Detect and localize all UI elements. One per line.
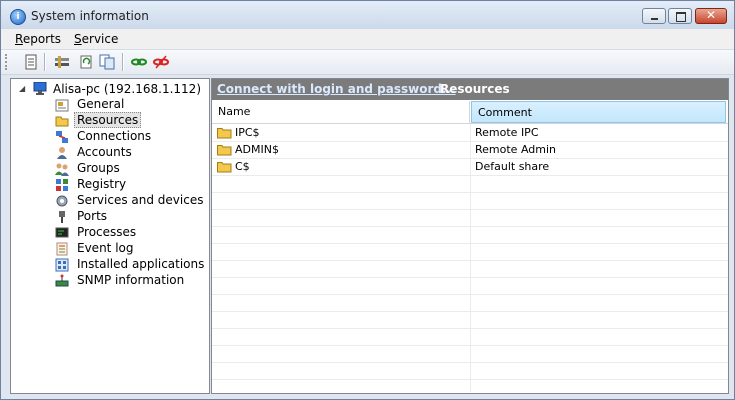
- minimize-button[interactable]: [642, 8, 666, 24]
- column-divider: [470, 124, 471, 392]
- row-name: C$: [235, 160, 250, 173]
- tree-item-label: Ports: [77, 209, 108, 223]
- navigation-tree[interactable]: ◢ Alisa-pc (192.168.1.112) General Resou…: [10, 78, 210, 394]
- toolbar: [1, 50, 734, 75]
- tree-item-label: Installed applications: [77, 257, 205, 271]
- tree-item-groups[interactable]: Groups: [55, 161, 205, 177]
- folder-icon: [217, 161, 232, 173]
- connect-icon[interactable]: [131, 54, 147, 70]
- tree-item-snmp[interactable]: SNMP information: [55, 273, 205, 289]
- tree-item-label: General: [77, 97, 125, 111]
- maximize-icon: [676, 12, 686, 22]
- toolbar-separator: [44, 53, 46, 71]
- resources-panel: Connect with login and password... Resou…: [211, 78, 729, 394]
- connections-icon: [55, 130, 69, 144]
- snmp-icon: [55, 274, 69, 288]
- title-bar[interactable]: i System information ✕: [1, 1, 734, 29]
- accounts-icon: [55, 146, 69, 160]
- app-window: i System information ✕ Reports Service ◢…: [0, 0, 735, 400]
- close-button[interactable]: ✕: [695, 8, 727, 24]
- column-header-label: Name: [218, 105, 251, 118]
- menu-service-accel: S: [74, 32, 82, 46]
- collapse-icon[interactable]: ◢: [19, 84, 25, 93]
- row-name: IPC$: [235, 126, 260, 139]
- services-icon: [55, 194, 69, 208]
- menu-reports-accel: R: [15, 32, 23, 46]
- tree-root-label: Alisa-pc (192.168.1.112): [53, 82, 201, 96]
- folder-icon: [217, 144, 232, 156]
- computer-icon: [33, 81, 47, 95]
- tree-item-processes[interactable]: Processes: [55, 225, 205, 241]
- tree-item-label: Connections: [77, 129, 152, 143]
- minimize-icon: [651, 18, 658, 20]
- column-header-name[interactable]: Name: [212, 101, 470, 123]
- panel-header: Connect with login and password... Resou…: [212, 79, 728, 100]
- tree-item-label: Resources: [74, 112, 142, 128]
- tree-item-registry[interactable]: Registry: [55, 177, 205, 193]
- menu-bar: Reports Service: [1, 29, 734, 50]
- row-name: ADMIN$: [235, 143, 279, 156]
- column-header-row: Name Comment: [212, 101, 728, 124]
- tree-item-services[interactable]: Services and devices: [55, 193, 205, 209]
- refresh-icon[interactable]: [78, 54, 94, 70]
- folder-icon: [217, 127, 232, 139]
- toolbar-separator: [122, 53, 124, 71]
- tree-item-label: Event log: [77, 241, 134, 255]
- menu-service-label: ervice: [81, 32, 119, 46]
- disconnect-icon[interactable]: [153, 54, 169, 70]
- tree-item-accounts[interactable]: Accounts: [55, 145, 205, 161]
- row-comment: Default share: [475, 160, 550, 173]
- event-log-icon: [55, 242, 69, 256]
- tree-item-connections[interactable]: Connections: [55, 129, 205, 145]
- tree-root-node[interactable]: ◢ Alisa-pc (192.168.1.112): [11, 81, 201, 97]
- tree-item-label: Groups: [77, 161, 120, 175]
- info-icon: i: [10, 9, 26, 25]
- panel-title: Resources: [440, 82, 510, 96]
- general-icon: [55, 98, 69, 112]
- applications-icon: [55, 258, 69, 272]
- toolbar-grip[interactable]: [5, 54, 10, 70]
- close-icon: ✕: [705, 8, 717, 22]
- tree-item-label: Accounts: [77, 145, 132, 159]
- maximize-button[interactable]: [668, 8, 692, 24]
- tree-item-ports[interactable]: Ports: [55, 209, 205, 225]
- tree-item-label: SNMP information: [77, 273, 185, 287]
- window-title: System information: [31, 9, 149, 23]
- menu-service[interactable]: Service: [74, 32, 118, 46]
- menu-reports-label: eports: [22, 32, 62, 46]
- menu-reports[interactable]: Reports: [15, 32, 61, 46]
- column-header-comment[interactable]: Comment: [471, 101, 726, 123]
- tree-item-label: Services and devices: [77, 193, 204, 207]
- row-comment: Remote IPC: [475, 126, 539, 139]
- copy-icon[interactable]: [99, 54, 115, 70]
- folder-icon: [55, 114, 69, 128]
- settings-icon[interactable]: [54, 54, 70, 70]
- tree-item-label: Registry: [77, 177, 127, 191]
- report-icon[interactable]: [23, 54, 39, 70]
- processes-icon: [55, 226, 69, 240]
- tree-item-general[interactable]: General: [55, 97, 205, 113]
- tree-item-label: Processes: [77, 225, 137, 239]
- connect-link[interactable]: Connect with login and password...: [217, 82, 456, 96]
- ports-icon: [55, 210, 69, 224]
- tree-item-event-log[interactable]: Event log: [55, 241, 205, 257]
- row-comment: Remote Admin: [475, 143, 556, 156]
- registry-icon: [55, 178, 69, 192]
- tree-item-installed-applications[interactable]: Installed applications: [55, 257, 205, 273]
- tree-item-resources[interactable]: Resources: [55, 112, 205, 129]
- column-header-label: Comment: [478, 106, 532, 119]
- groups-icon: [55, 162, 69, 176]
